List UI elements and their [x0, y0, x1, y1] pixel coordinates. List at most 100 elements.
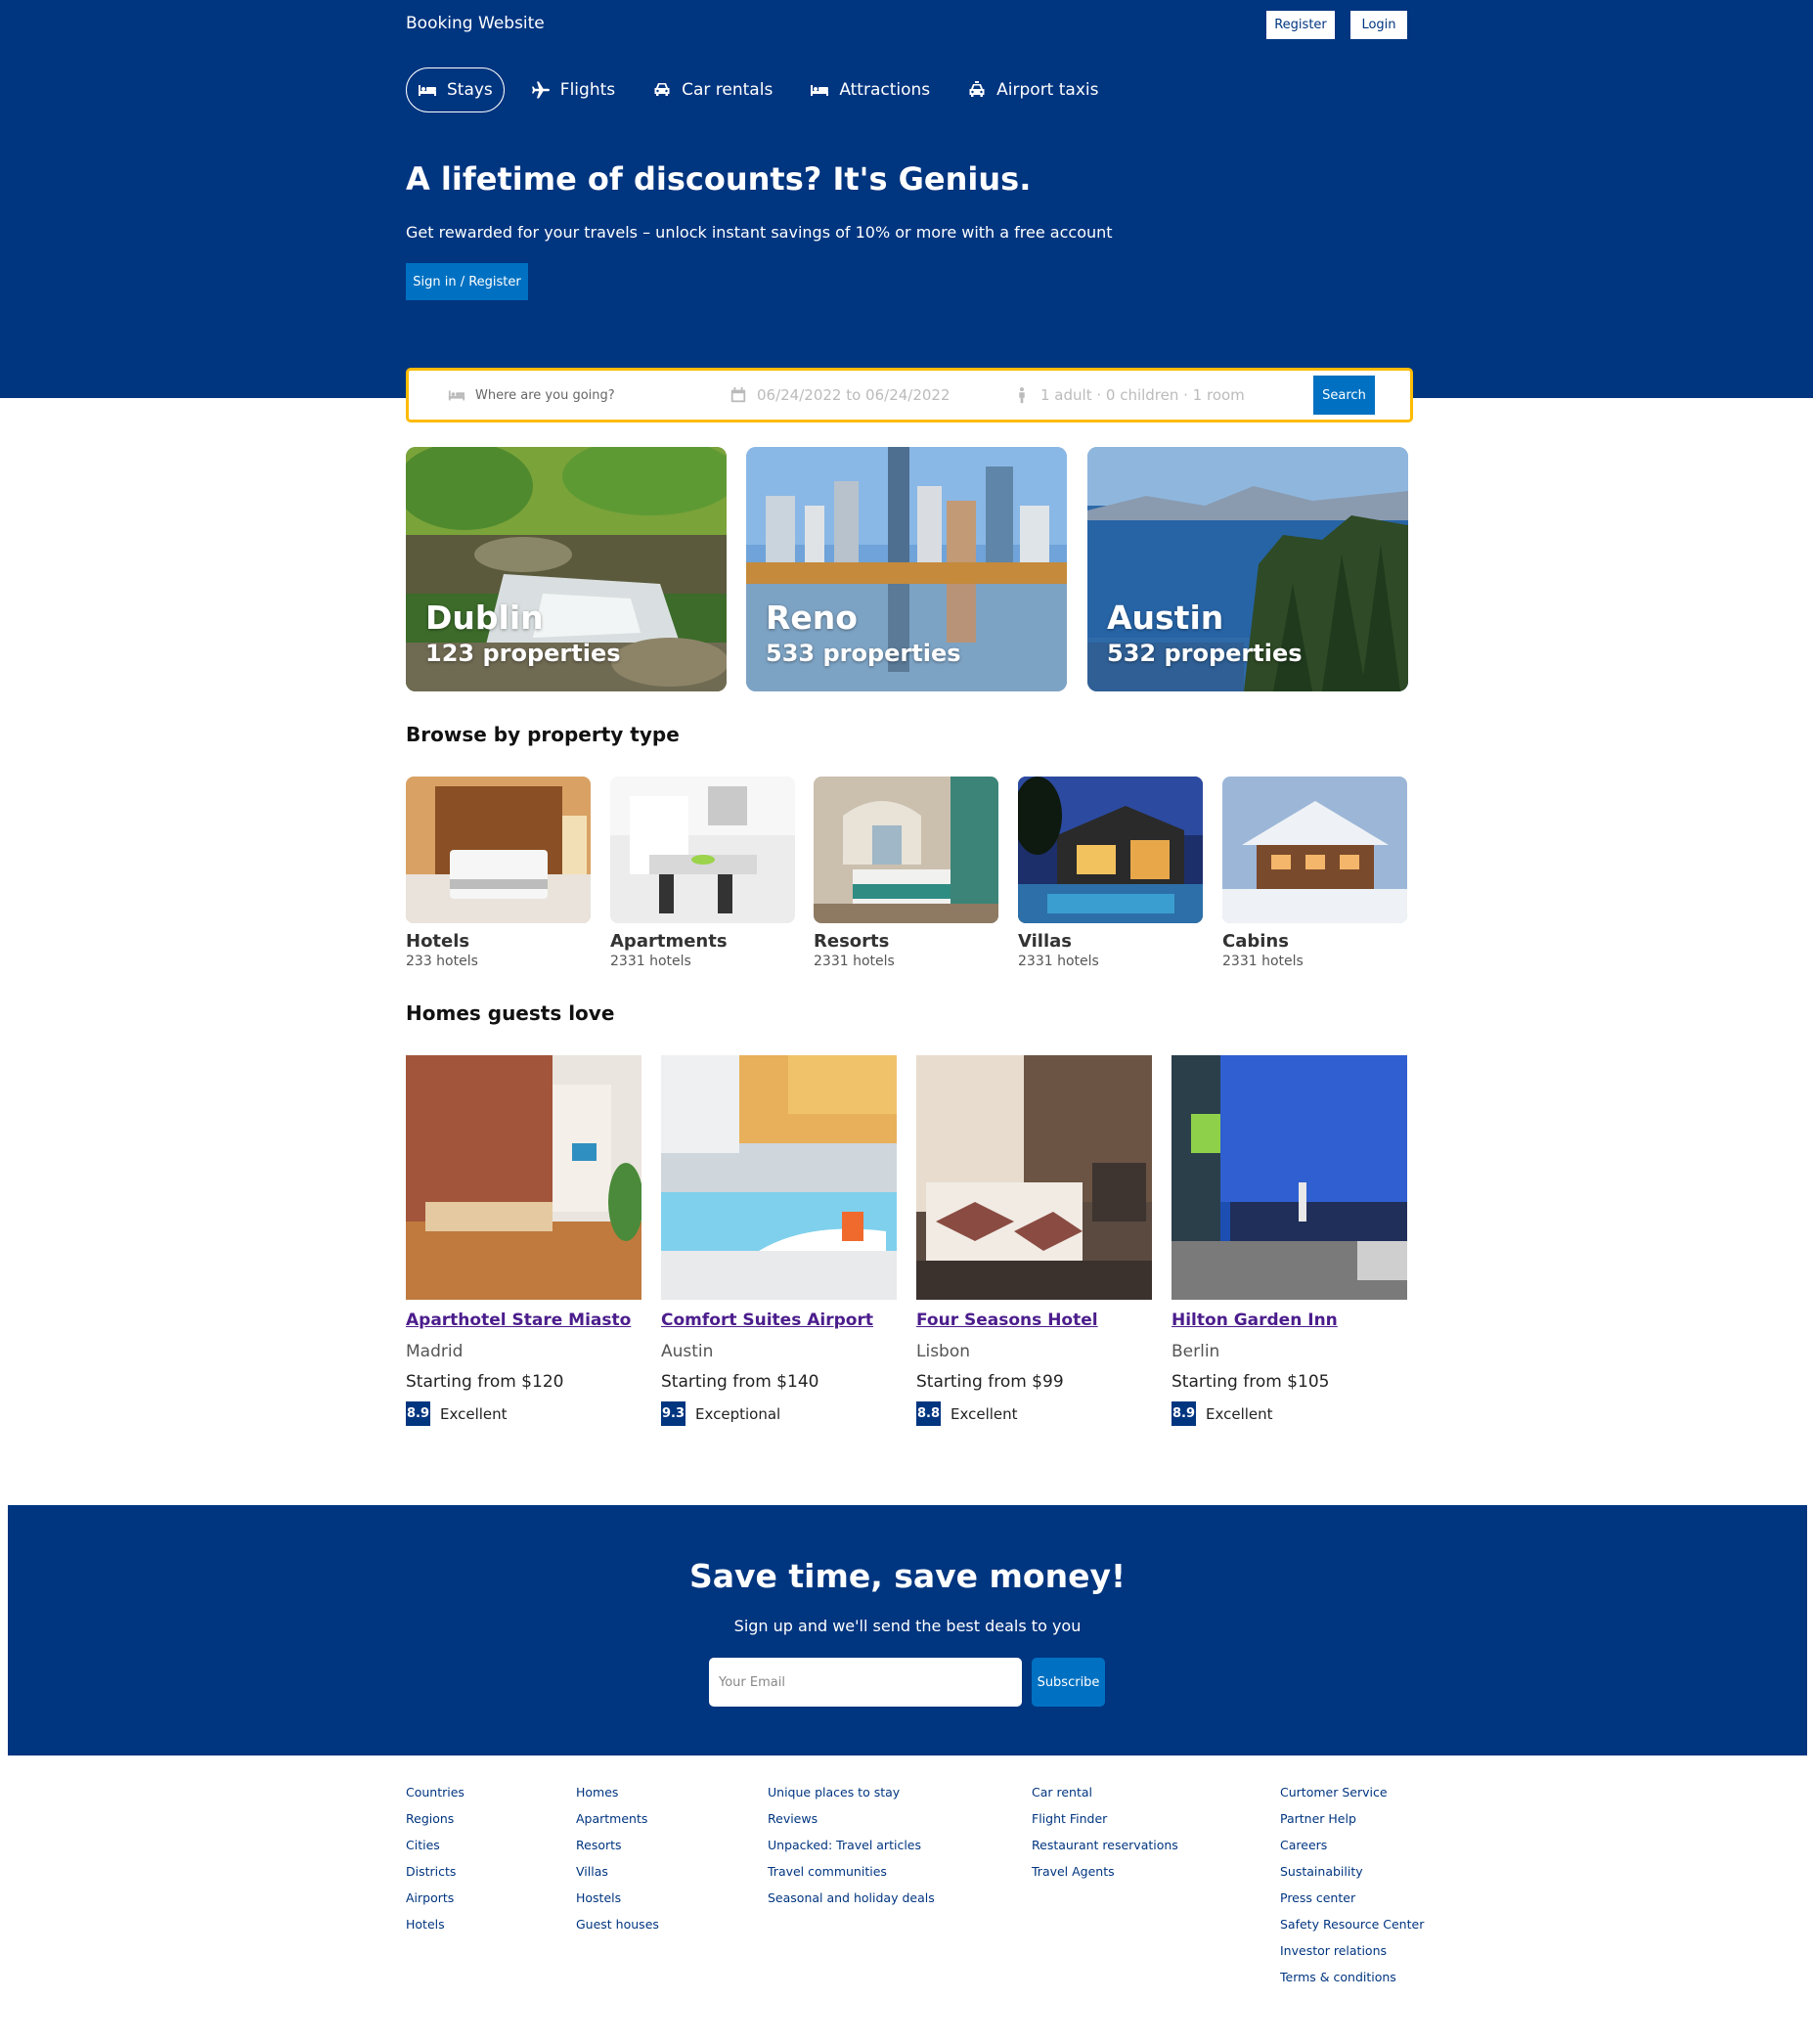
featured-count: 123 properties [425, 640, 621, 667]
property-type-card-resorts[interactable]: Resorts 2331 hotels [814, 777, 998, 969]
property-type-count: 2331 hotels [610, 954, 691, 969]
featured-card-reno[interactable]: Reno 533 properties [746, 447, 1067, 691]
date-range-text[interactable]: 06/24/2022 to 06/24/2022 [757, 386, 951, 404]
nav-item-car-rentals[interactable]: Car rentals [641, 67, 783, 112]
car-icon [654, 83, 670, 96]
home-name-link[interactable]: Hilton Garden Inn [1172, 1311, 1407, 1330]
footer-link[interactable]: Hotels [406, 1911, 464, 1937]
rating-score-badge: 8.9 [1172, 1401, 1196, 1426]
home-rating: 8.8 Excellent [916, 1401, 1152, 1426]
home-name-link[interactable]: Comfort Suites Airport [661, 1311, 897, 1330]
resort-image [814, 777, 998, 923]
footer-column: Homes Apartments Resorts Villas Hostels … [576, 1779, 659, 1937]
nav-item-label: Stays [447, 80, 493, 100]
date-field[interactable]: 06/24/2022 to 06/24/2022 [730, 371, 951, 420]
home-name-link[interactable]: Four Seasons Hotel [916, 1311, 1152, 1330]
footer-link[interactable]: Flight Finder [1032, 1805, 1178, 1832]
nav-item-attractions[interactable]: Attractions [799, 67, 941, 112]
home-rating: 8.9 Excellent [1172, 1401, 1407, 1426]
footer-column: Countries Regions Cities Districts Airpo… [406, 1779, 464, 1937]
login-button[interactable]: Login [1350, 11, 1407, 39]
footer-link[interactable]: Airports [406, 1885, 464, 1911]
destination-input[interactable]: Where are you going? [475, 388, 615, 403]
footer-link[interactable]: Press center [1280, 1885, 1424, 1911]
home-name-link[interactable]: Aparthotel Stare Miasto [406, 1311, 641, 1330]
footer-link[interactable]: Villas [576, 1858, 659, 1885]
footer-link[interactable]: Terms & conditions [1280, 1964, 1424, 1990]
footer-column: Unique places to stay Reviews Unpacked: … [768, 1779, 935, 1911]
home-city: Lisbon [916, 1342, 971, 1361]
rating-label: Excellent [1206, 1404, 1273, 1423]
footer-link[interactable]: Curtomer Service [1280, 1779, 1424, 1805]
register-button[interactable]: Register [1266, 11, 1335, 39]
subscribe-button[interactable]: Subscribe [1032, 1658, 1105, 1707]
home-price: Starting from $99 [916, 1372, 1064, 1392]
property-type-card-cabins[interactable]: Cabins 2331 hotels [1222, 777, 1407, 969]
footer-link[interactable]: Homes [576, 1779, 659, 1805]
property-type-card-apartments[interactable]: Apartments 2331 hotels [610, 777, 795, 969]
plane-icon [531, 81, 550, 99]
nav-item-label: Airport taxis [996, 80, 1099, 100]
featured-count: 532 properties [1107, 640, 1303, 667]
footer-link[interactable]: Travel Agents [1032, 1858, 1178, 1885]
featured-card-dublin[interactable]: Dublin 123 properties [406, 447, 727, 691]
occupancy-field[interactable]: 1 adult · 0 children · 1 room [1013, 371, 1245, 420]
search-bar: Where are you going? 06/24/2022 to 06/24… [406, 368, 1413, 422]
rating-label: Excellent [440, 1404, 508, 1423]
bed-icon [419, 85, 436, 96]
rating-score-badge: 8.9 [406, 1401, 430, 1426]
newsletter-title: Save time, save money! [688, 1557, 1127, 1595]
header [0, 0, 1813, 398]
rating-score-badge: 8.8 [916, 1401, 941, 1426]
footer-link[interactable]: Reviews [768, 1805, 935, 1832]
footer-link[interactable]: Car rental [1032, 1779, 1178, 1805]
footer-link[interactable]: Investor relations [1280, 1937, 1424, 1964]
footer-link[interactable]: Seasonal and holiday deals [768, 1885, 935, 1911]
nav-item-label: Car rentals [682, 80, 774, 100]
footer-link[interactable]: Resorts [576, 1832, 659, 1858]
hotel-room-image [406, 777, 591, 923]
footer-link[interactable]: Sustainability [1280, 1858, 1424, 1885]
footer-link[interactable]: Travel communities [768, 1858, 935, 1885]
footer-link[interactable]: Regions [406, 1805, 464, 1832]
footer-link[interactable]: Safety Resource Center [1280, 1911, 1424, 1937]
footer-link[interactable]: Districts [406, 1858, 464, 1885]
cabin-image [1222, 777, 1407, 923]
search-button[interactable]: Search [1313, 376, 1375, 415]
bed-icon [811, 85, 829, 96]
footer-link[interactable]: Countries [406, 1779, 464, 1805]
footer-link[interactable]: Cities [406, 1832, 464, 1858]
pool-image [661, 1055, 897, 1300]
calendar-icon [730, 386, 746, 403]
footer-link[interactable]: Apartments [576, 1805, 659, 1832]
site-logo[interactable]: Booking Website [406, 14, 545, 33]
footer-link[interactable]: Partner Help [1280, 1805, 1424, 1832]
home-price: Starting from $120 [406, 1372, 564, 1392]
destination-field[interactable]: Where are you going? [448, 371, 615, 420]
footer-link[interactable]: Guest houses [576, 1911, 659, 1937]
property-type-title: Browse by property type [406, 723, 680, 746]
footer-link[interactable]: Unique places to stay [768, 1779, 935, 1805]
rating-label: Exceptional [695, 1404, 781, 1423]
email-input[interactable]: Your Email [709, 1658, 1022, 1707]
villa-image [1018, 777, 1203, 923]
property-type-name: Resorts [814, 931, 890, 952]
footer-column: Car rental Flight Finder Restaurant rese… [1032, 1779, 1178, 1885]
nav-item-flights[interactable]: Flights [520, 67, 626, 112]
taxi-icon [969, 81, 985, 97]
signin-register-button[interactable]: Sign in / Register [406, 263, 528, 300]
featured-card-austin[interactable]: Austin 532 properties [1087, 447, 1408, 691]
property-type-card-villas[interactable]: Villas 2331 hotels [1018, 777, 1203, 969]
occupancy-text[interactable]: 1 adult · 0 children · 1 room [1040, 386, 1245, 404]
home-city: Berlin [1172, 1342, 1220, 1361]
footer-link[interactable]: Unpacked: Travel articles [768, 1832, 935, 1858]
footer-link[interactable]: Restaurant reservations [1032, 1832, 1178, 1858]
hero-title: A lifetime of discounts? It's Genius. [406, 160, 1032, 198]
footer-link[interactable]: Careers [1280, 1832, 1424, 1858]
footer-link[interactable]: Hostels [576, 1885, 659, 1911]
nav-item-airport-taxis[interactable]: Airport taxis [956, 67, 1109, 112]
home-price: Starting from $140 [661, 1372, 819, 1392]
property-type-card-hotels[interactable]: Hotels 233 hotels [406, 777, 591, 969]
property-type-count: 2331 hotels [1222, 954, 1304, 969]
nav-item-stays[interactable]: Stays [406, 67, 505, 112]
